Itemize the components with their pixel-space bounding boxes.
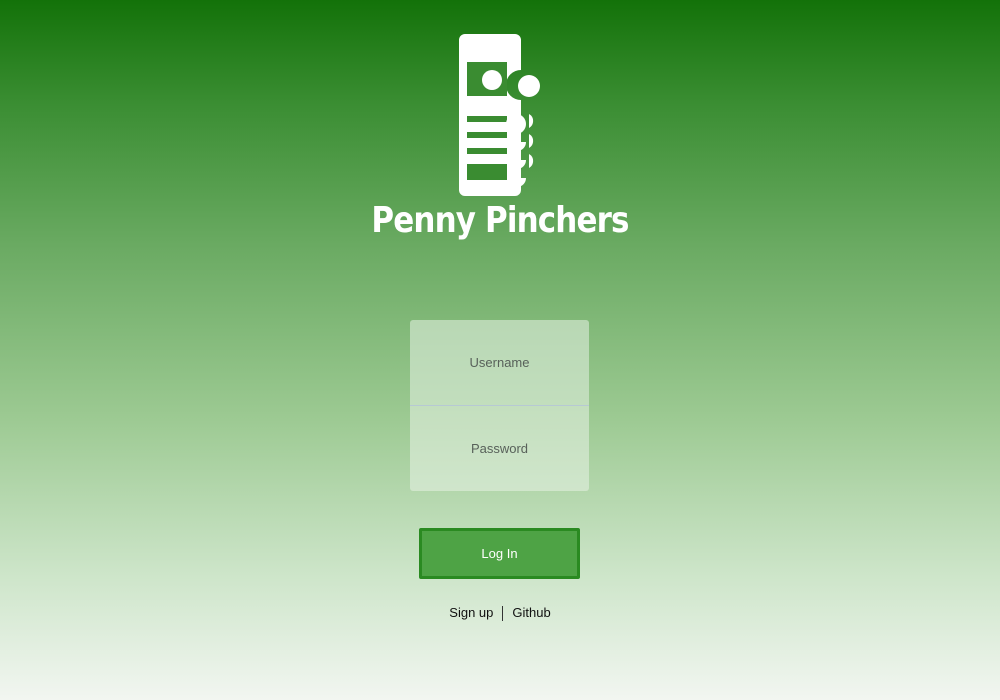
login-button[interactable]: Log In (419, 528, 580, 579)
link-separator (502, 606, 504, 622)
app-title: Penny Pinchers (371, 200, 629, 241)
password-input[interactable] (410, 406, 589, 491)
username-input[interactable] (410, 320, 589, 405)
github-link[interactable]: Github (512, 605, 550, 620)
phone-with-coins-icon (459, 34, 540, 196)
footer-links: Sign up Github (0, 605, 1000, 622)
signup-link[interactable]: Sign up (449, 605, 493, 620)
